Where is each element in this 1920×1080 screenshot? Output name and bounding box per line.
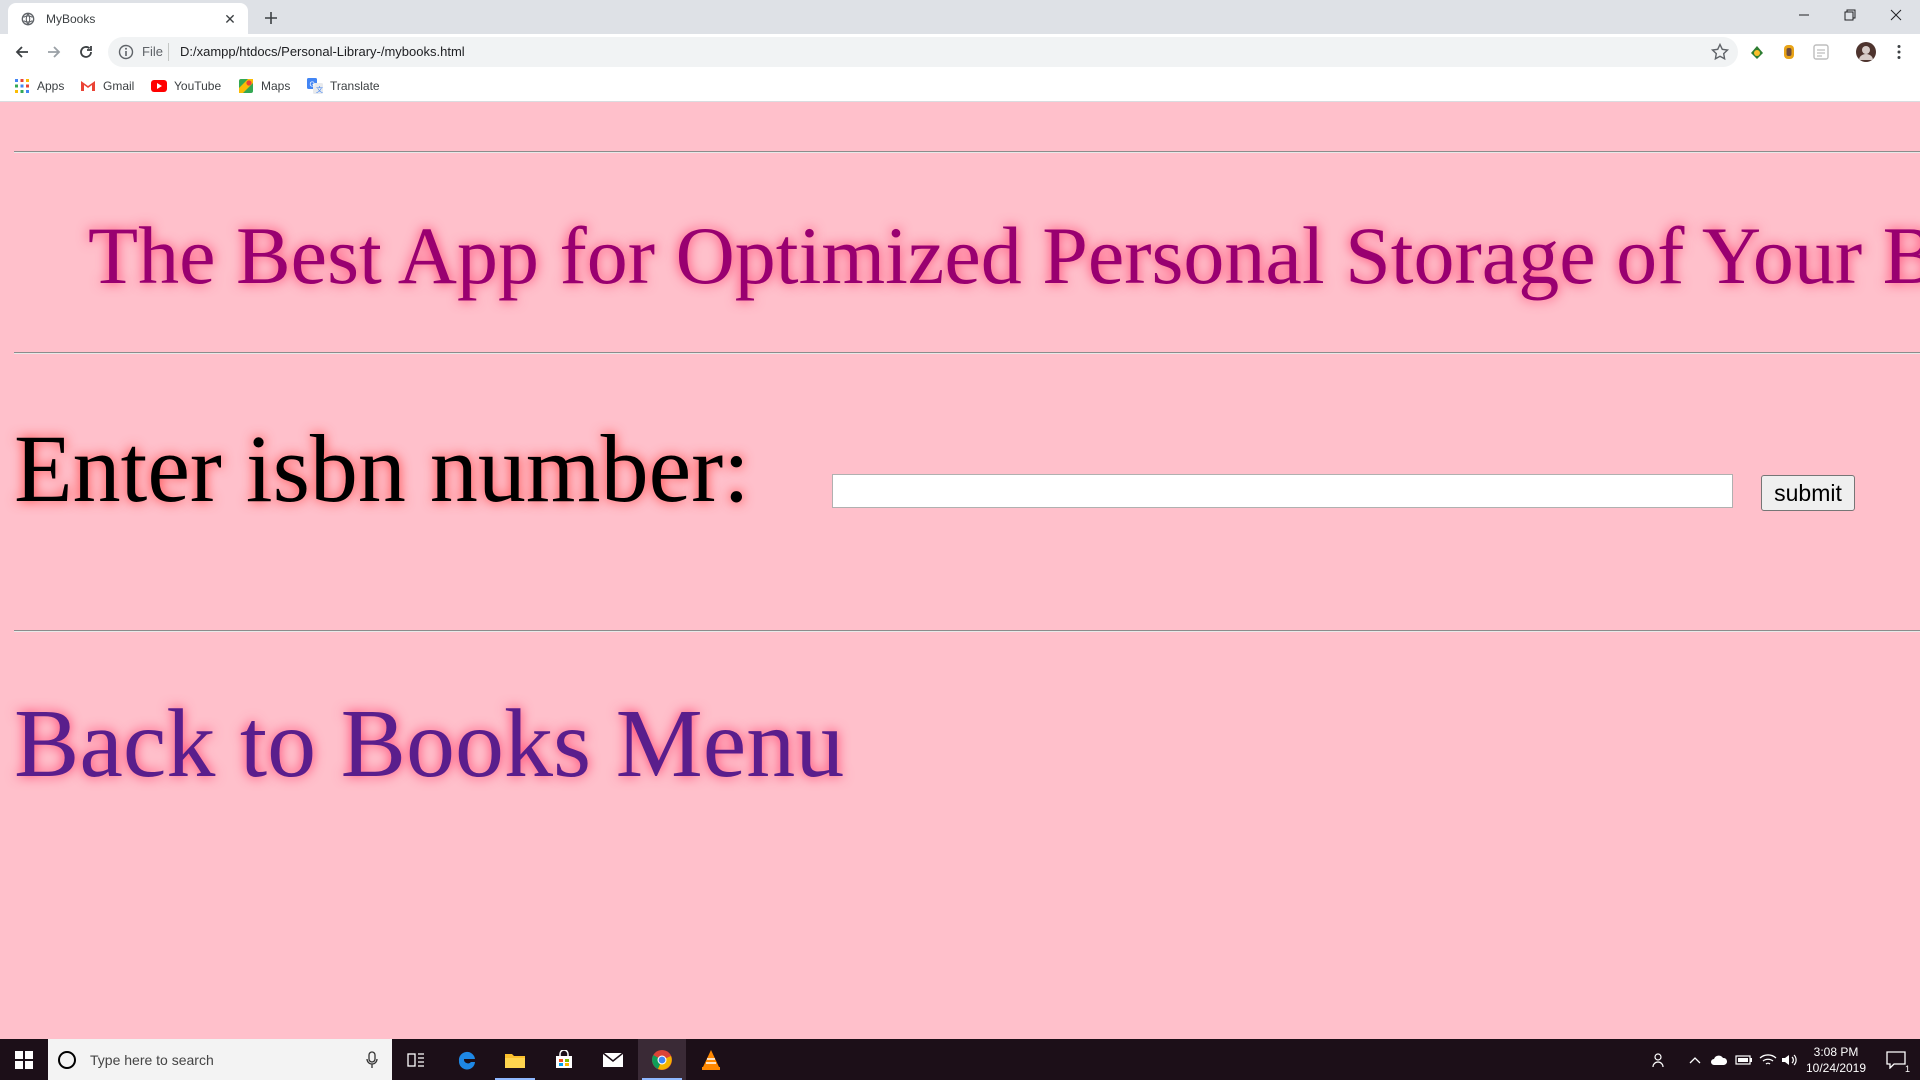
reload-button[interactable] [72,38,100,66]
tab-close-icon[interactable]: ✕ [222,11,238,27]
address-url[interactable]: D:/xampp/htdocs/Personal-Library-/mybook… [180,44,465,59]
bookmark-label: YouTube [174,79,222,93]
bookmark-apps[interactable]: Apps [14,77,64,95]
page-headline: The Best App for Optimized Personal Stor… [88,210,1920,301]
bookmark-label: Gmail [103,79,135,93]
svg-text:G: G [310,82,315,89]
taskbar-search[interactable]: Type here to search [48,1039,392,1080]
reload-icon [80,46,92,58]
notification-center-icon[interactable]: 1 [1876,1039,1916,1080]
minimize-button[interactable] [1781,0,1827,30]
bookmark-label: Translate [330,79,380,93]
back-button[interactable] [8,38,36,66]
restore-button[interactable] [1827,0,1873,30]
search-circle-icon [58,1050,76,1069]
bookmark-maps[interactable]: Maps [238,77,290,95]
bookmark-gmail[interactable]: Gmail [80,77,134,95]
edge-icon[interactable] [443,1039,491,1080]
windows-taskbar: Type here to search 3:08 PM 10/24/2019 1 [0,1039,1920,1080]
mail-icon[interactable] [589,1039,637,1080]
more-menu-icon[interactable] [1890,43,1908,61]
extension-grey-icon[interactable] [1812,43,1830,61]
globe-icon [20,11,36,27]
task-view-icon[interactable] [392,1039,440,1080]
page-content: The Best App for Optimized Personal Stor… [0,103,1920,1039]
back-to-books-menu-link[interactable]: Back to Books Menu [14,688,844,800]
gmail-icon [80,78,96,94]
chrome-icon[interactable] [638,1039,686,1080]
bookmark-label: Maps [261,79,291,93]
isbn-input[interactable] [832,474,1733,508]
tab-mybooks[interactable]: MyBooks ✕ [8,3,248,34]
battery-icon[interactable] [1733,1039,1755,1080]
extension-orange-icon[interactable] [1780,43,1798,61]
people-icon[interactable] [1648,1039,1672,1080]
browser-toolbar: File D:/xampp/htdocs/Personal-Library-/m… [0,34,1920,70]
divider [14,630,1920,632]
taskbar-clock[interactable]: 3:08 PM 10/24/2019 [1795,1044,1877,1076]
submit-button[interactable]: submit [1761,475,1855,511]
close-window-button[interactable] [1873,0,1919,30]
bookmark-star-icon[interactable] [1710,42,1730,62]
wifi-icon[interactable] [1757,1039,1779,1080]
apps-grid-icon [14,78,30,94]
search-placeholder: Type here to search [90,1051,214,1068]
extension-green-icon[interactable] [1748,43,1766,61]
address-scheme: File [142,44,163,59]
start-button[interactable] [0,1039,48,1080]
bookmark-youtube[interactable]: YouTube [151,77,221,95]
svg-text:文: 文 [316,85,323,94]
chevron-up-icon[interactable] [1684,1039,1706,1080]
bookmark-translate[interactable]: G文 Translate [307,77,380,95]
file-explorer-icon[interactable] [491,1039,539,1080]
tab-strip: MyBooks ✕ [0,0,1920,34]
translate-icon: G文 [307,78,323,94]
clock-date: 10/24/2019 [1805,1061,1867,1075]
isbn-label: Enter isbn number: [14,415,750,522]
vlc-icon[interactable] [687,1039,735,1080]
address-bar[interactable]: File D:/xampp/htdocs/Personal-Library-/m… [108,37,1738,67]
address-separator [168,43,169,61]
maps-icon [238,78,254,94]
tab-title: MyBooks [46,11,96,26]
onedrive-icon[interactable] [1708,1039,1730,1080]
notification-count: 1 [1904,1064,1910,1074]
clock-time: 3:08 PM [1813,1045,1859,1059]
profile-avatar[interactable] [1856,42,1876,62]
bookmarks-bar: Apps Gmail YouTube Maps G文 Translate [0,70,1920,102]
store-icon[interactable] [540,1039,588,1080]
arrow-right-icon [48,46,61,58]
info-icon[interactable] [118,44,134,60]
new-tab-button[interactable] [258,5,284,31]
microphone-icon[interactable] [364,1050,380,1070]
forward-button[interactable] [40,38,68,66]
divider [14,352,1920,354]
divider [14,151,1920,153]
youtube-icon [151,78,167,94]
arrow-left-icon [15,46,28,58]
windows-logo-icon [15,1050,33,1069]
bookmark-label: Apps [37,79,65,93]
